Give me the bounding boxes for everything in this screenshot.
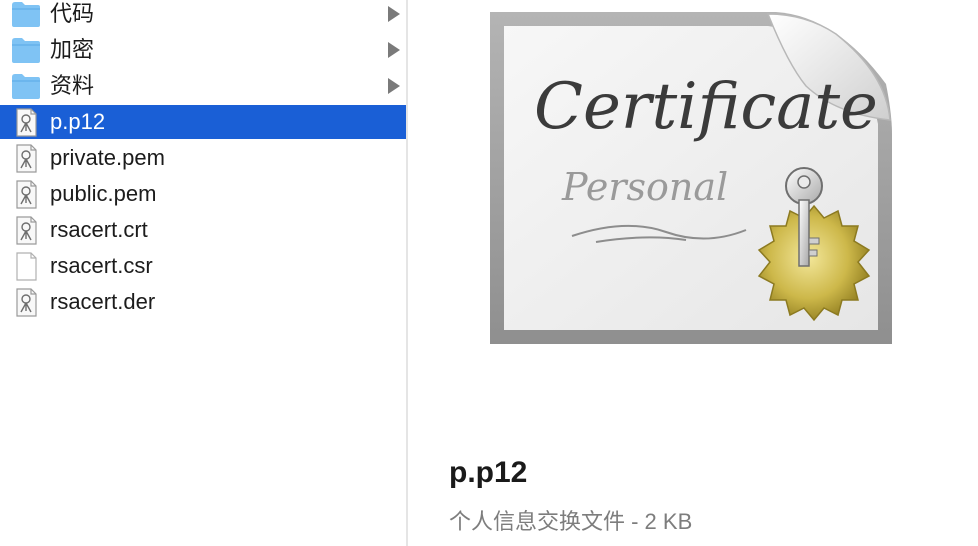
- file-name-label: p.p12: [50, 109, 106, 134]
- file-name-label: 资料: [50, 73, 95, 98]
- file-row-public-pem[interactable]: public.pem: [0, 177, 406, 211]
- preview-filename: p.p12: [449, 456, 528, 489]
- file-row-private-pem[interactable]: private.pem: [0, 141, 406, 175]
- personal-certificate-icon: Certificate Personal: [490, 12, 892, 344]
- certificate-art-subtitle: Personal: [561, 165, 728, 209]
- certificate-art-title: Certificate: [534, 70, 878, 144]
- file-name-label: 加密: [50, 37, 95, 62]
- file-list-column: 代码加密资料 p.p12 private.pem public.pem rsacert.…: [0, 0, 406, 546]
- file-name-label: 代码: [50, 1, 95, 26]
- file-row-rsacert-csr[interactable]: rsacert.csr: [0, 249, 406, 283]
- folder-row-1[interactable]: 加密: [0, 33, 406, 67]
- file-name-label: rsacert.der: [50, 289, 156, 314]
- file-row-rsacert-der[interactable]: rsacert.der: [0, 285, 406, 319]
- disclosure-arrow-icon[interactable]: [388, 6, 400, 22]
- file-name-label: private.pem: [50, 145, 165, 170]
- file-row-rsacert-crt[interactable]: rsacert.crt: [0, 213, 406, 247]
- disclosure-arrow-icon[interactable]: [388, 78, 400, 94]
- file-name-label: rsacert.csr: [50, 253, 153, 278]
- folder-row-2[interactable]: 资料: [0, 69, 406, 103]
- folder-row-0[interactable]: 代码: [0, 0, 406, 31]
- preview-pane: Certificate Personal p.p12 个人信息交换文件 - 2 …: [408, 0, 978, 546]
- disclosure-arrow-icon[interactable]: [388, 42, 400, 58]
- file-row-p-p12[interactable]: p.p12: [0, 105, 406, 139]
- file-name-label: public.pem: [50, 181, 157, 206]
- preview-file-description: 个人信息交换文件 - 2 KB: [449, 509, 693, 534]
- file-name-label: rsacert.crt: [50, 217, 148, 242]
